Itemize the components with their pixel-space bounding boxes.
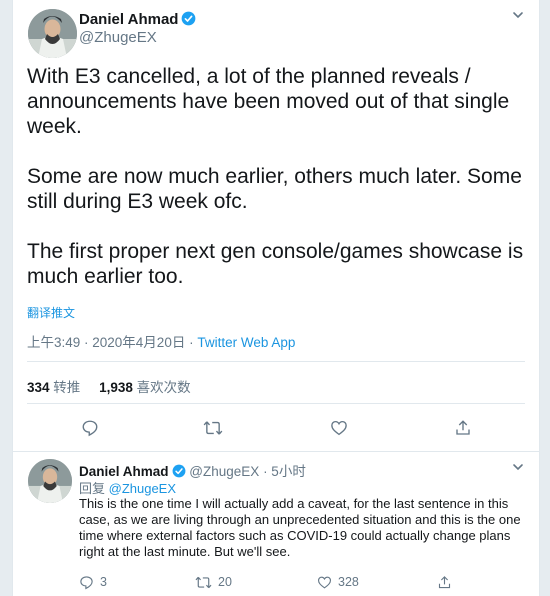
avatar[interactable] — [28, 9, 77, 58]
tweet-meta: 上午3:49 · 2020年4月20日 · Twitter Web App — [27, 331, 295, 351]
reply-like-count: 328 — [338, 575, 359, 589]
chevron-down-icon[interactable] — [511, 460, 525, 477]
reply-author-handle[interactable]: @ZhugeEX — [189, 464, 259, 479]
reply-reply-button[interactable]: 3 — [79, 574, 107, 590]
translate-link[interactable]: 翻译推文 — [27, 304, 75, 321]
retweets-label: 转推 — [53, 380, 81, 395]
like-button[interactable] — [330, 415, 348, 441]
tweet-source[interactable]: Twitter Web App — [197, 335, 295, 350]
reply-share-button[interactable] — [437, 574, 452, 590]
tweet-card: Daniel Ahmad @ZhugeEX With E3 cancelled,… — [12, 0, 540, 596]
author-name[interactable]: Daniel Ahmad — [79, 11, 178, 28]
like-icon — [317, 576, 332, 589]
retweet-button[interactable] — [203, 415, 223, 441]
likes-label: 喜欢次数 — [136, 380, 191, 395]
share-icon — [456, 420, 470, 435]
tweet-stats: 334 转推 1,938 喜欢次数 — [27, 376, 191, 396]
reply-to: 回复 @ZhugeEX — [79, 478, 176, 497]
reply-icon — [80, 575, 93, 589]
divider — [27, 361, 525, 362]
retweets-count: 334 — [27, 380, 50, 395]
reply-button[interactable] — [81, 415, 99, 441]
retweet-icon — [203, 421, 223, 435]
reply-reply-count: 3 — [100, 575, 107, 589]
tweet-actions — [13, 415, 539, 441]
share-icon — [438, 575, 451, 588]
main-tweet: Daniel Ahmad @ZhugeEX With E3 cancelled,… — [13, 0, 539, 452]
reply-to-handle[interactable]: @ZhugeEX — [109, 481, 176, 496]
likes-stat[interactable]: 1,938 喜欢次数 — [99, 380, 191, 395]
retweet-icon — [195, 576, 212, 588]
divider — [27, 403, 525, 404]
reply-retweet-count: 20 — [218, 575, 232, 589]
author-handle[interactable]: @ZhugeEX — [79, 29, 157, 46]
retweets-stat[interactable]: 334 转推 — [27, 380, 80, 395]
likes-count: 1,938 — [99, 380, 133, 395]
tweet-text: With E3 cancelled, a lot of the planned … — [27, 65, 524, 288]
reply-to-prefix: 回复 — [79, 481, 109, 496]
verified-badge-icon — [181, 11, 196, 31]
author-row: Daniel Ahmad — [79, 11, 196, 31]
like-icon — [331, 420, 347, 436]
reply-author-name[interactable]: Daniel Ahmad — [79, 464, 169, 479]
page: Daniel Ahmad @ZhugeEX With E3 cancelled,… — [0, 0, 550, 596]
chevron-down-icon[interactable] — [511, 8, 525, 25]
reply-retweet-button[interactable]: 20 — [195, 574, 232, 590]
reply-text: This is the one time I will actually add… — [79, 496, 521, 559]
tweet-time[interactable]: 上午3:49 · 2020年4月20日 · — [27, 335, 197, 350]
share-button[interactable] — [454, 415, 472, 441]
reply-time[interactable]: · 5小时 — [263, 464, 306, 479]
reply-avatar[interactable] — [28, 459, 72, 503]
reply-like-button[interactable]: 328 — [317, 574, 359, 590]
reply-icon — [82, 420, 98, 437]
